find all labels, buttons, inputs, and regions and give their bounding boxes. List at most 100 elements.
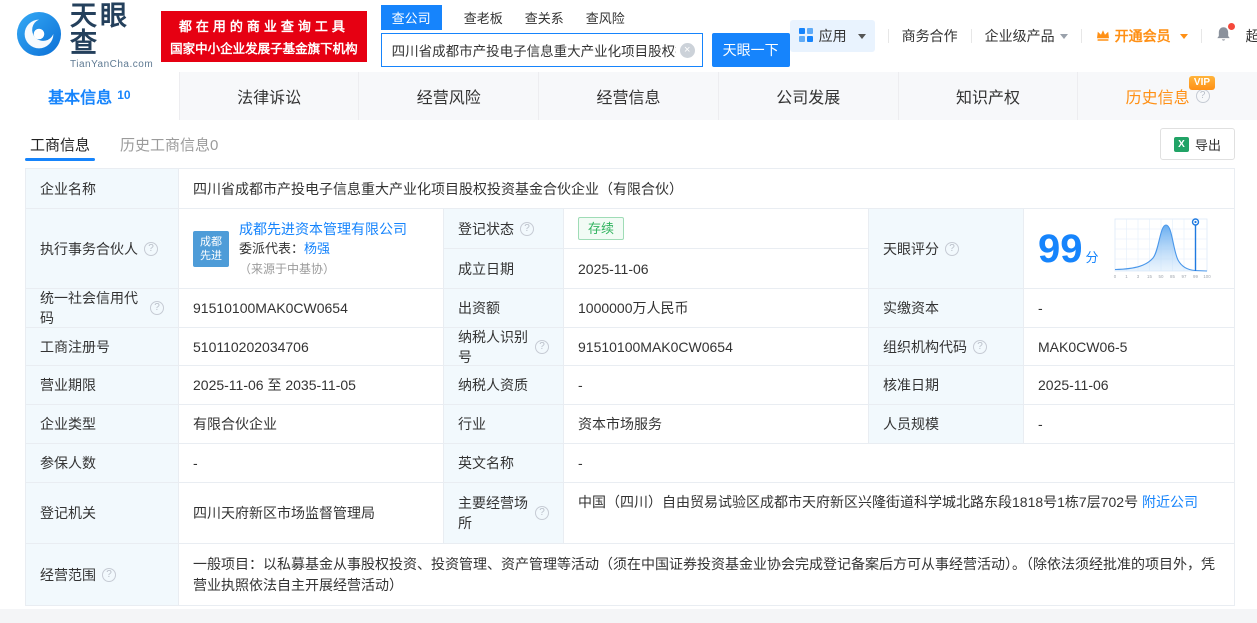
field-label-business-address: 主要经营场所 (444, 483, 564, 544)
tab-operating-risk[interactable]: 经营风险 (359, 72, 540, 120)
help-icon[interactable] (535, 506, 549, 520)
nav-enterprise[interactable]: 企业级产品 (985, 26, 1068, 46)
help-icon[interactable] (535, 339, 549, 354)
field-value-org-code: MAK0CW06-5 (1024, 328, 1235, 366)
label-text: 经营范围 (40, 566, 96, 583)
search-input-wrap (380, 33, 703, 67)
tab-count-badge: 10 (117, 88, 131, 102)
svg-text:85: 85 (1170, 274, 1175, 279)
help-icon[interactable] (102, 567, 116, 582)
divider (887, 29, 889, 43)
bell-icon (1215, 26, 1232, 46)
help-icon[interactable] (973, 339, 987, 354)
help-icon[interactable] (1195, 89, 1210, 103)
partner-avatar[interactable]: 成都先进 (193, 230, 229, 267)
nav-apps[interactable]: 应用 (789, 20, 875, 52)
tab-legal-proceedings[interactable]: 法律诉讼 (180, 72, 360, 120)
field-value-approval-date: 2025-11-06 (1024, 366, 1235, 405)
label-text: 统一社会信用代码 (40, 290, 138, 326)
top-header: 天眼查 TianYanCha.com 都在用的商业查询工具 国家中小企业发展子基… (0, 0, 1257, 72)
tab-operating-info[interactable]: 经营信息 (539, 72, 719, 120)
business-info-table: 企业名称 四川省成都市产投电子信息重大产业化项目股权投资基金合伙企业（有限合伙）… (25, 168, 1235, 606)
tab-basic-info[interactable]: 基本信息 10 (0, 72, 180, 120)
svg-text:1: 1 (1125, 274, 1128, 279)
crown-icon (1095, 28, 1111, 45)
notification-bell[interactable] (1215, 22, 1235, 47)
tab-company-development[interactable]: 公司发展 (719, 72, 899, 120)
search-tab-risk[interactable]: 查风险 (586, 8, 625, 27)
address-text: 中国（四川）自由贸易试验区成都市天府新区兴隆街道科学城北路东段1818号1栋7层… (578, 494, 1139, 510)
field-label-business-term: 营业期限 (26, 366, 179, 405)
field-value-score[interactable]: 99 分 0 1 3 15 50 85 97 99 100 (1024, 209, 1235, 289)
label-text: 纳税人识别号 (458, 328, 528, 365)
field-value-company-type: 有限合伙企业 (179, 405, 444, 444)
tab-intellectual-property[interactable]: 知识产权 (899, 72, 1079, 120)
partner-company-link[interactable]: 成都先进资本管理有限公司 (239, 221, 407, 237)
field-value-executive-partner: 成都先进 成都先进资本管理有限公司 委派代表：杨强 （来源于中基协） (179, 209, 444, 289)
label-text: 组织机构代码 (883, 338, 967, 355)
export-label: 导出 (1194, 137, 1221, 153)
nav-user-label: 超级风... (1245, 28, 1257, 44)
nav-user[interactable]: 超级风... (1246, 26, 1257, 46)
search-tab-company[interactable]: 查公司 (380, 5, 442, 30)
search-area: 查公司 查老板 查关系 查风险 天眼一下 (380, 5, 790, 67)
field-label-company-name: 企业名称 (26, 169, 179, 209)
excel-icon (1173, 136, 1189, 152)
status-badge: 存续 (578, 217, 625, 240)
score-distribution-chart: 0 1 3 15 50 85 97 99 100 (1113, 217, 1211, 279)
field-label-english-name: 英文名称 (444, 444, 564, 483)
rep-name-link[interactable]: 杨强 (304, 241, 330, 256)
field-label-insured-count: 参保人数 (26, 444, 179, 483)
export-button[interactable]: 导出 (1159, 128, 1235, 160)
help-icon[interactable] (520, 221, 534, 236)
search-button[interactable]: 天眼一下 (711, 33, 790, 67)
search-tabs: 查公司 查老板 查关系 查风险 (380, 5, 790, 30)
field-label-company-type: 企业类型 (26, 405, 179, 444)
field-value-business-address: 中国（四川）自由贸易试验区成都市天府新区兴隆街道科学城北路东段1818号1栋7层… (564, 483, 1235, 544)
svg-text:15: 15 (1147, 274, 1152, 279)
rep-label: 委派代表： (239, 240, 305, 256)
search-input[interactable] (381, 42, 702, 58)
sub-tabbar: 工商信息 历史工商信息0 导出 (0, 120, 1257, 168)
subtab-business-info[interactable]: 工商信息 (24, 120, 96, 168)
tianyancha-logo[interactable]: 天眼查 TianYanCha.com (16, 2, 153, 70)
nav-apps-label: 应用 (818, 28, 847, 44)
field-label-approval-date: 核准日期 (869, 366, 1024, 405)
brand-slogan-badge: 都在用的商业查询工具 国家中小企业发展子基金旗下机构 (161, 10, 367, 62)
field-value-taxpayer-id: 91510100MAK0CW0654 (564, 328, 869, 366)
chevron-down-icon (1059, 33, 1068, 39)
score-number: 99 (1038, 226, 1083, 271)
divider (1200, 29, 1202, 43)
label-text: 主要经营场所 (458, 495, 528, 531)
slogan-line2: 国家中小企业发展子基金旗下机构 (170, 41, 358, 56)
field-value-paid-capital: - (1024, 289, 1235, 328)
field-label-taxpayer-quality: 纳税人资质 (444, 366, 564, 405)
svg-text:0: 0 (1113, 274, 1116, 279)
field-label-establish-date: 成立日期 (444, 249, 564, 289)
header-nav: 应用 商务合作 企业级产品 开通会员 超 (789, 20, 1257, 52)
nav-open-member[interactable]: 开通会员 (1095, 26, 1188, 46)
field-value-business-scope: 一般项目：以私募基金从事股权投资、投资管理、资产管理等活动（须在中国证券投资基金… (179, 544, 1235, 606)
rep-source: （来源于中基协） (239, 261, 336, 276)
subtab-history-business-info[interactable]: 历史工商信息0 (120, 120, 218, 168)
clear-search-icon[interactable] (679, 42, 695, 58)
nearby-companies-link[interactable]: 附近公司 (1142, 494, 1198, 510)
nav-cooperation[interactable]: 商务合作 (902, 26, 958, 46)
field-label-capital: 出资额 (444, 289, 564, 328)
help-icon[interactable] (945, 241, 959, 256)
help-icon[interactable] (144, 241, 158, 256)
divider (1080, 29, 1082, 43)
search-tab-boss[interactable]: 查老板 (464, 8, 503, 27)
field-value-taxpayer-quality: - (564, 366, 869, 405)
field-label-industry: 行业 (444, 405, 564, 444)
field-label-business-scope: 经营范围 (26, 544, 179, 606)
tab-history-info[interactable]: VIP 历史信息 (1078, 72, 1257, 120)
search-tab-relation[interactable]: 查关系 (525, 8, 564, 27)
field-label-staff-size: 人员规模 (869, 405, 1024, 444)
field-value-capital: 1000000万人民币 (564, 289, 869, 328)
field-value-credit-code: 91510100MAK0CW0654 (179, 289, 444, 328)
help-icon[interactable] (150, 301, 164, 315)
field-label-credit-code: 统一社会信用代码 (26, 289, 179, 328)
tianyancha-eye-icon (16, 11, 62, 62)
vip-badge: VIP (1188, 76, 1216, 90)
